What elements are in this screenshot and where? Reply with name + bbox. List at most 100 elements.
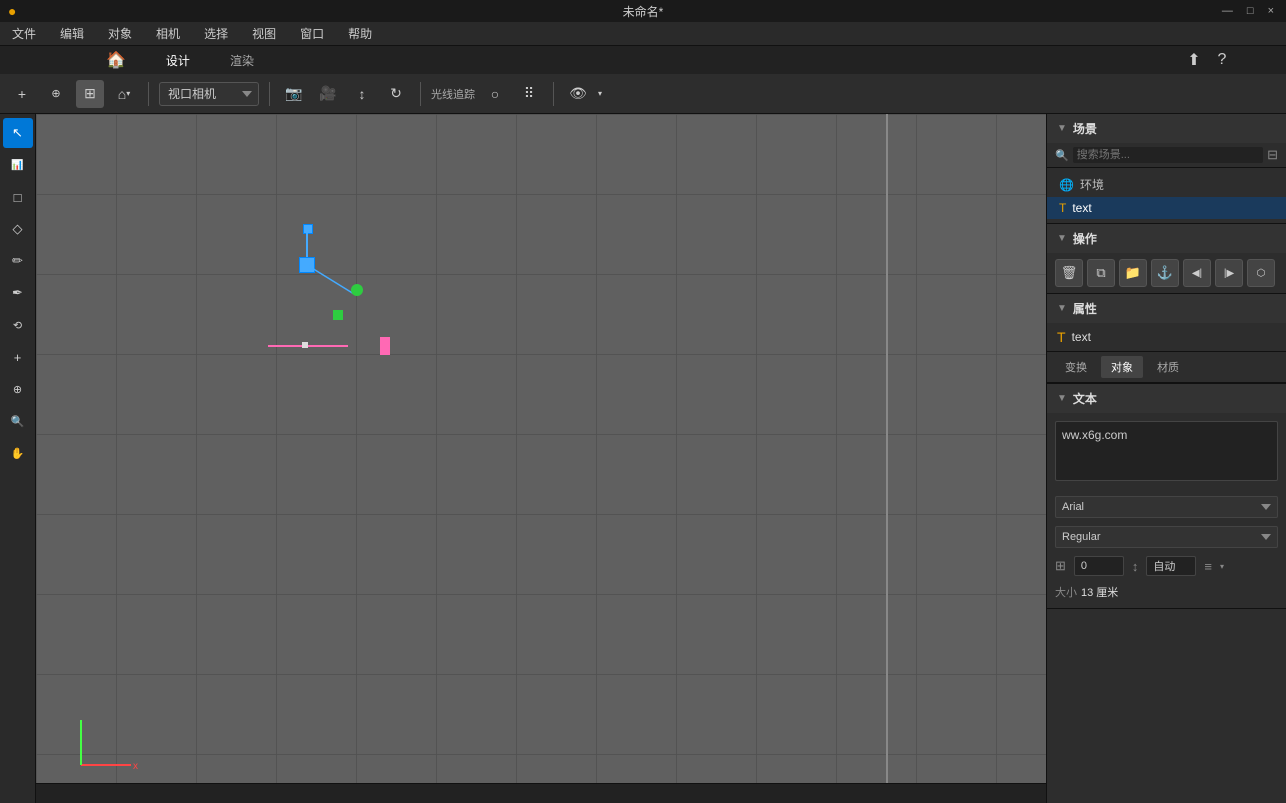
operations-header[interactable]: ▼ 操作 <box>1047 224 1286 253</box>
handle-pink-rect[interactable] <box>380 337 390 355</box>
handle-green-sq[interactable] <box>333 310 343 320</box>
scene-tree: 🌐 环境 T text <box>1047 168 1286 223</box>
axis-indicator: x <box>81 715 141 778</box>
scene-header[interactable]: ▼ 场景 <box>1047 114 1286 143</box>
leading-input[interactable] <box>1146 556 1196 576</box>
props-object-icon: T <box>1057 329 1066 345</box>
text-section-header[interactable]: ▼ 文本 <box>1047 384 1286 413</box>
viewport[interactable]: x <box>36 114 1046 803</box>
window-title: 未命名* <box>623 3 664 20</box>
frame-mode-btn[interactable]: ⊞ <box>76 80 104 108</box>
maximize-btn[interactable]: □ <box>1243 5 1258 17</box>
menu-select[interactable]: 选择 <box>200 23 232 44</box>
tab-home[interactable]: 🏠 <box>86 44 146 78</box>
tool-transform[interactable]: + <box>3 342 33 372</box>
tool-snap[interactable]: ⊕ <box>3 374 33 404</box>
props-tab-material[interactable]: 材质 <box>1147 356 1189 378</box>
props-tab-object[interactable]: 对象 <box>1101 356 1143 378</box>
tool-stats[interactable]: 📊 <box>3 150 33 180</box>
properties-object-row: T text <box>1047 323 1286 352</box>
tool-paint[interactable]: ✏ <box>3 246 33 276</box>
folder-btn[interactable]: 📁 <box>1119 259 1147 287</box>
handle-h-line <box>268 345 348 347</box>
tool-shapes[interactable]: □ <box>3 182 33 212</box>
separator-3 <box>420 82 421 106</box>
select-mode-btn[interactable]: ⊕ <box>42 80 70 108</box>
ray-trace-label: 光线追踪 <box>431 86 475 102</box>
tool-sculpt[interactable]: ✒ <box>3 278 33 308</box>
menu-camera[interactable]: 相机 <box>152 23 184 44</box>
handle-green-dot[interactable] <box>351 284 363 296</box>
eye-btn[interactable]: 👁 <box>564 80 592 108</box>
menu-help[interactable]: 帮助 <box>344 23 376 44</box>
text-content-input[interactable] <box>1055 421 1278 481</box>
menu-window[interactable]: 窗口 <box>296 23 328 44</box>
tab-render[interactable]: 渲染 <box>210 46 274 77</box>
app-icon: ● <box>8 3 16 19</box>
operations-row: 🗑 ⧉ 📁 ⚓ ◀| |▶ ⬡ <box>1047 253 1286 293</box>
search-icon: 🔍 <box>1055 149 1069 162</box>
help-btn[interactable]: ? <box>1208 46 1236 74</box>
ray-toggle-btn[interactable]: ○ <box>481 80 509 108</box>
menu-view[interactable]: 视图 <box>248 23 280 44</box>
menu-file[interactable]: 文件 <box>8 23 40 44</box>
tab-design[interactable]: 设计 <box>146 46 210 77</box>
scene-item-environment[interactable]: 🌐 环境 <box>1047 172 1286 197</box>
tool-mesh[interactable]: ◇ <box>3 214 33 244</box>
environment-icon: 🌐 <box>1059 178 1074 192</box>
camera-dropdown[interactable]: 视口相机 透视相机 正交相机 <box>159 82 259 106</box>
props-object-name: text <box>1072 330 1091 344</box>
size-label: 大小 <box>1055 584 1077 600</box>
tool-rigging[interactable]: ⟲ <box>3 310 33 340</box>
tracking-input[interactable] <box>1074 556 1124 576</box>
font-family-row: Arial Times New Roman Helvetica Roboto <box>1047 492 1286 522</box>
minimize-btn[interactable]: — <box>1218 5 1237 17</box>
scene-item-text[interactable]: T text <box>1047 197 1286 219</box>
title-bar: ● 未命名* — □ × <box>0 0 1286 22</box>
scene-search-input[interactable] <box>1073 147 1263 163</box>
handle-arm <box>299 254 369 304</box>
left-sidebar: ↖ 📊 □ ◇ ✏ ✒ ⟲ + ⊕ 🔍 ✋ <box>0 114 36 803</box>
props-tab-transform[interactable]: 变换 <box>1055 356 1097 378</box>
properties-header[interactable]: ▼ 属性 <box>1047 294 1286 323</box>
eye-arrow-icon[interactable]: ▾ <box>598 89 602 98</box>
font-style-row: Regular Bold Italic Bold Italic <box>1047 522 1286 552</box>
tool-grab[interactable]: ✋ <box>3 438 33 468</box>
keyframe-prev-btn[interactable]: ◀| <box>1183 259 1211 287</box>
filter-icon[interactable]: ⊟ <box>1267 147 1278 163</box>
render-dots-btn[interactable]: ⠿ <box>515 80 543 108</box>
font-style-select[interactable]: Regular Bold Italic Bold Italic <box>1055 526 1278 548</box>
properties-label: 属性 <box>1073 300 1097 317</box>
menu-edit[interactable]: 编辑 <box>56 23 88 44</box>
tool-search[interactable]: 🔍 <box>3 406 33 436</box>
window-controls[interactable]: — □ × <box>1218 5 1278 17</box>
text-size-row: 大小 13 厘米 <box>1047 580 1286 608</box>
text-section-label: 文本 <box>1073 390 1097 407</box>
menu-object[interactable]: 对象 <box>104 23 136 44</box>
scene-label: 场景 <box>1073 120 1097 137</box>
viewport-bottom-bar <box>36 783 1046 803</box>
handle-white-sq[interactable] <box>302 342 308 348</box>
handle-top[interactable] <box>303 224 313 234</box>
tool-select[interactable]: ↖ <box>3 118 33 148</box>
add-object-btn[interactable]: + <box>8 80 36 108</box>
anchor-btn[interactable]: ⚓ <box>1151 259 1179 287</box>
cam3-btn[interactable]: ↕ <box>348 80 376 108</box>
delete-btn[interactable]: 🗑 <box>1055 259 1083 287</box>
copy-btn[interactable]: ⧉ <box>1087 259 1115 287</box>
text-metrics-row: ⊞ ↕ ≡ ▾ <box>1047 552 1286 580</box>
snap-btn[interactable]: ⌂ ▾ <box>110 80 138 108</box>
separator-1 <box>148 82 149 106</box>
close-btn[interactable]: × <box>1264 5 1278 17</box>
text-object-icon: T <box>1059 201 1066 215</box>
font-family-select[interactable]: Arial Times New Roman Helvetica Roboto <box>1055 496 1278 518</box>
share-btn[interactable]: ⬆ <box>1180 46 1208 74</box>
cam-icon-btn[interactable]: 📷 <box>280 80 308 108</box>
cam4-btn[interactable]: ↻ <box>382 80 410 108</box>
align-arrow-icon[interactable]: ▾ <box>1220 562 1224 571</box>
text-content-area <box>1047 413 1286 492</box>
physics-btn[interactable]: ⬡ <box>1247 259 1275 287</box>
cam2-btn[interactable]: 🎥 <box>314 80 342 108</box>
keyframe-next-btn[interactable]: |▶ <box>1215 259 1243 287</box>
viewport-divider <box>886 114 888 803</box>
